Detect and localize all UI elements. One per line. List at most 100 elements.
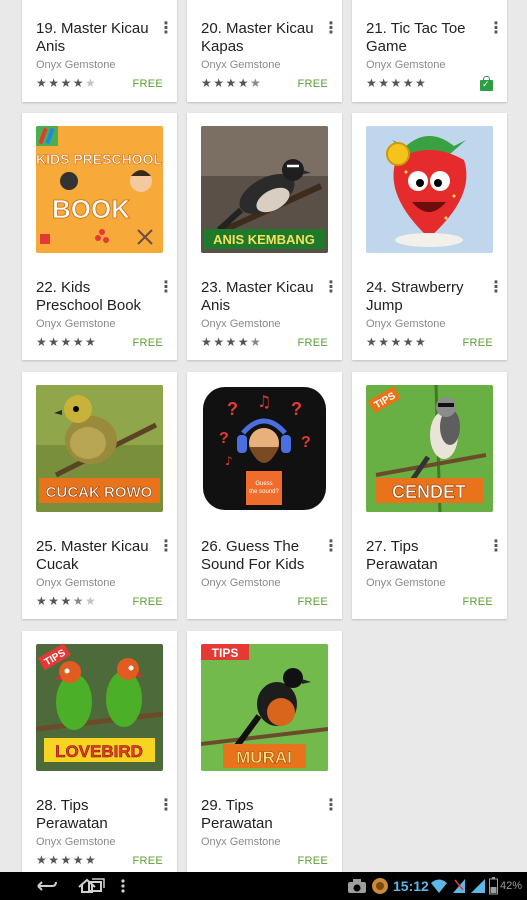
svg-text:KIDS PRESCHOOL: KIDS PRESCHOOL — [36, 151, 162, 167]
app-developer: Onyx Gemstone — [36, 836, 116, 848]
svg-text:Guess: Guess — [255, 481, 272, 487]
overflow-menu-icon[interactable]: ⋮ — [158, 21, 174, 39]
battery-percent: 42% — [500, 880, 523, 892]
app-title: 24. Strawberry Jump — [366, 279, 464, 314]
app-card[interactable]: ? ? ? ? ♫ ♪ Guess the sound? 26. Guess T… — [187, 372, 342, 619]
camera-icon — [348, 879, 366, 893]
app-title: 26. Guess The Sound For Kids — [201, 538, 305, 573]
svg-text:?: ? — [227, 399, 238, 419]
app-title: 23. Master Kicau Anis — [201, 279, 314, 314]
app-developer: Onyx Gemstone — [201, 318, 281, 330]
app-title: 27. Tips Perawatan — [366, 538, 438, 573]
app-thumbnail: KIDS PRESCHOOL BOOK — [36, 126, 163, 253]
back-button[interactable] — [30, 876, 60, 896]
app-developer: Onyx Gemstone — [366, 318, 446, 330]
price-label: FREE — [132, 78, 163, 90]
app-title: 21. Tic Tac Toe Game — [366, 20, 466, 55]
price-label: FREE — [132, 337, 163, 349]
app-title: 28. Tips Perawatan — [36, 797, 108, 832]
svg-text:TIPS: TIPS — [212, 646, 239, 660]
overflow-menu-icon[interactable]: ⋮ — [323, 798, 339, 816]
wifi-icon — [431, 879, 447, 893]
svg-text:LOVEBIRD: LOVEBIRD — [55, 742, 143, 761]
overflow-menu-icon[interactable]: ⋮ — [488, 21, 504, 39]
app-grid: 19. Master Kicau Anis ⋮ Onyx Gemstone ★★… — [0, 0, 527, 872]
app-card[interactable]: KIDS PRESCHOOL BOOK 22. Kids Preschool B… — [22, 113, 177, 360]
back-icon — [37, 881, 57, 891]
recent-apps-icon — [88, 878, 105, 892]
svg-text:♪: ♪ — [225, 454, 233, 468]
rating-stars: ★★★★★ — [36, 76, 98, 90]
price-label: FREE — [297, 78, 328, 90]
app-card[interactable]: 21. Tic Tac Toe Game ⋮ Onyx Gemstone ★★★… — [352, 0, 507, 102]
app-title: 19. Master Kicau Anis — [36, 20, 149, 55]
recent-apps-button[interactable] — [80, 876, 110, 896]
app-card[interactable]: TIPS LOVEBIRD 28. Tips Perawatan ⋮ Onyx … — [22, 631, 177, 872]
app-card[interactable]: 20. Master Kicau Kapas ⋮ Onyx Gemstone ★… — [187, 0, 342, 102]
rating-stars: ★★★★★ — [366, 335, 428, 349]
app-thumbnail: TIPS MURAI — [201, 644, 328, 771]
strawberry-jump-image — [366, 126, 493, 253]
svg-text:?: ? — [291, 399, 302, 419]
overflow-menu-icon[interactable]: ⋮ — [323, 539, 339, 557]
svg-text:ANIS KEMBANG: ANIS KEMBANG — [213, 232, 315, 247]
overflow-menu-icon[interactable]: ⋮ — [158, 798, 174, 816]
app-developer: Onyx Gemstone — [201, 836, 281, 848]
overflow-menu-icon[interactable]: ⋮ — [488, 539, 504, 557]
app-developer: Onyx Gemstone — [201, 59, 281, 71]
app-title: 20. Master Kicau Kapas — [201, 20, 314, 55]
price-label: FREE — [297, 337, 328, 349]
app-card[interactable]: CUCAK ROWO 25. Master Kicau Cucak ⋮ Onyx… — [22, 372, 177, 619]
murai-bird-image: TIPS MURAI — [201, 644, 328, 771]
overflow-menu-button[interactable] — [116, 876, 130, 896]
app-developer: Onyx Gemstone — [366, 59, 446, 71]
price-label: FREE — [462, 337, 493, 349]
rating-stars: ★★★★★ — [36, 335, 98, 349]
app-title: 25. Master Kicau Cucak — [36, 538, 149, 573]
svg-text:♫: ♫ — [257, 392, 271, 411]
system-navigation-bar: 15:12 42% — [0, 872, 527, 900]
app-card[interactable]: 19. Master Kicau Anis ⋮ Onyx Gemstone ★★… — [22, 0, 177, 102]
svg-text:CUCAK ROWO: CUCAK ROWO — [46, 484, 153, 501]
notification-avatar-icon — [372, 878, 388, 894]
app-thumbnail: TIPS CENDET — [366, 385, 493, 512]
overflow-menu-icon[interactable]: ⋮ — [323, 280, 339, 298]
app-card[interactable]: TIPS CENDET 27. Tips Perawatan ⋮ Onyx Ge… — [352, 372, 507, 619]
app-card[interactable]: ANIS KEMBANG 23. Master Kicau Anis ⋮ Ony… — [187, 113, 342, 360]
guess-the-sound-image: ? ? ? ? ♫ ♪ Guess the sound? — [203, 387, 326, 510]
app-developer: Onyx Gemstone — [36, 577, 116, 589]
svg-text:CENDET: CENDET — [392, 482, 466, 502]
overflow-menu-icon[interactable]: ⋮ — [158, 539, 174, 557]
svg-text:?: ? — [301, 434, 311, 451]
svg-text:?: ? — [219, 430, 229, 447]
rating-stars: ★★★★★ — [36, 853, 98, 867]
rating-stars: ★★★★★ — [36, 594, 98, 608]
kids-preschool-book-image: KIDS PRESCHOOL BOOK — [36, 126, 163, 253]
app-developer: Onyx Gemstone — [201, 577, 281, 589]
app-thumbnail: ? ? ? ? ♫ ♪ Guess the sound? — [201, 385, 328, 512]
overflow-menu-icon[interactable]: ⋮ — [323, 21, 339, 39]
price-label: FREE — [462, 596, 493, 608]
lovebird-image: TIPS LOVEBIRD — [36, 644, 163, 771]
installed-bag-icon — [480, 76, 493, 91]
overflow-menu-icon — [121, 879, 125, 893]
app-title: 29. Tips Perawatan — [201, 797, 273, 832]
app-card[interactable]: 24. Strawberry Jump ⋮ Onyx Gemstone ★★★★… — [352, 113, 507, 360]
battery-icon — [489, 877, 498, 895]
price-label: FREE — [132, 596, 163, 608]
app-developer: Onyx Gemstone — [36, 59, 116, 71]
overflow-menu-icon[interactable]: ⋮ — [158, 280, 174, 298]
rating-stars: ★★★★★ — [201, 335, 263, 349]
rating-stars: ★★★★★ — [201, 76, 263, 90]
rating-stars: ★★★★★ — [366, 76, 428, 90]
app-card[interactable]: TIPS MURAI 29. Tips Perawatan ⋮ Onyx Gem… — [187, 631, 342, 872]
anis-kembang-bird-image: ANIS KEMBANG — [201, 126, 328, 253]
app-developer: Onyx Gemstone — [366, 577, 446, 589]
app-thumbnail: TIPS LOVEBIRD — [36, 644, 163, 771]
app-thumbnail — [366, 126, 493, 253]
app-developer: Onyx Gemstone — [36, 318, 116, 330]
cucak-rowo-bird-image: CUCAK ROWO — [36, 385, 163, 512]
svg-text:MURAI: MURAI — [236, 748, 292, 767]
signal-icon — [453, 879, 465, 893]
overflow-menu-icon[interactable]: ⋮ — [488, 280, 504, 298]
